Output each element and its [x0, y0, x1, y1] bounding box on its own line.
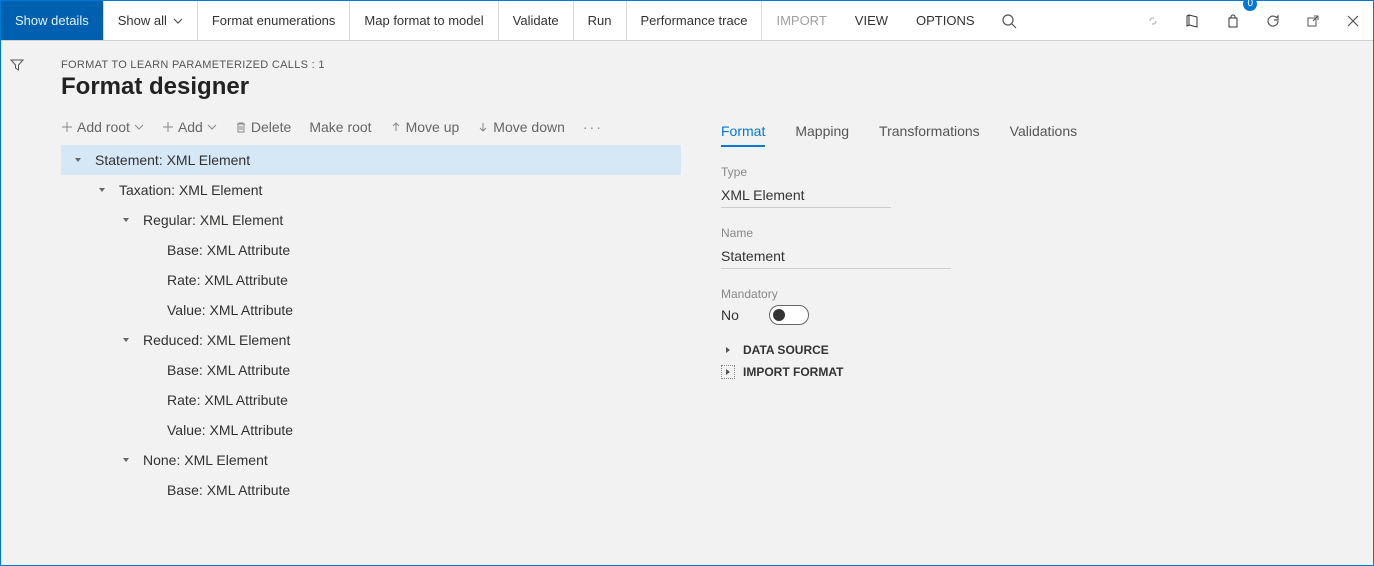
search-button[interactable]: [989, 1, 1029, 40]
type-label: Type: [721, 165, 1343, 179]
map-format-to-model-button[interactable]: Map format to model: [350, 1, 498, 40]
more-button[interactable]: ···: [583, 119, 603, 135]
close-button[interactable]: [1333, 1, 1373, 40]
tree-row[interactable]: Reduced: XML Element: [61, 325, 681, 355]
format-enumerations-button[interactable]: Format enumerations: [198, 1, 351, 40]
mandatory-label: Mandatory: [721, 287, 1343, 301]
triangle-right-icon: [721, 365, 735, 379]
page-title: Format designer: [61, 73, 1373, 101]
caret-icon[interactable]: [71, 156, 85, 164]
office-icon: [1185, 13, 1201, 29]
search-icon: [1001, 13, 1017, 29]
tree-node-label: Statement: XML Element: [91, 152, 250, 168]
chevron-down-icon: [173, 16, 183, 26]
performance-trace-button[interactable]: Performance trace: [627, 1, 763, 40]
data-source-section[interactable]: DATA SOURCE: [721, 343, 1343, 357]
view-button[interactable]: VIEW: [841, 1, 902, 40]
validate-button[interactable]: Validate: [499, 1, 574, 40]
run-button[interactable]: Run: [574, 1, 627, 40]
plus-icon: [162, 121, 174, 133]
filter-sidebar: [1, 41, 33, 565]
tree-row[interactable]: Rate: XML Attribute: [61, 385, 681, 415]
tree-row[interactable]: Statement: XML Element: [61, 145, 681, 175]
tree-row[interactable]: Regular: XML Element: [61, 205, 681, 235]
tab-format[interactable]: Format: [721, 123, 765, 147]
add-button[interactable]: Add: [162, 119, 217, 135]
delete-button[interactable]: Delete: [235, 119, 291, 135]
trash-icon: [235, 121, 247, 133]
close-icon: [1346, 14, 1360, 28]
tree-row[interactable]: Value: XML Attribute: [61, 415, 681, 445]
move-down-button[interactable]: Move down: [477, 119, 565, 135]
tab-validations[interactable]: Validations: [1010, 123, 1077, 147]
name-field: Name Statement: [721, 226, 1343, 269]
tree-node-label: Value: XML Attribute: [163, 422, 293, 438]
tree-row[interactable]: Rate: XML Attribute: [61, 265, 681, 295]
tree-node-label: Value: XML Attribute: [163, 302, 293, 318]
make-root-button[interactable]: Make root: [309, 119, 371, 135]
tree-node-label: Base: XML Attribute: [163, 482, 290, 498]
arrow-down-icon: [477, 121, 489, 133]
caret-icon[interactable]: [119, 216, 133, 224]
tab-transformations[interactable]: Transformations: [879, 123, 980, 147]
office-button[interactable]: [1173, 1, 1213, 40]
caret-icon[interactable]: [119, 336, 133, 344]
add-root-button[interactable]: Add root: [61, 119, 144, 135]
breadcrumb: FORMAT TO LEARN PARAMETERIZED CALLS : 1: [61, 59, 1373, 71]
type-field: Type XML Element: [721, 165, 1343, 208]
popout-icon: [1305, 13, 1321, 29]
name-value[interactable]: Statement: [721, 244, 951, 269]
name-label: Name: [721, 226, 1343, 240]
tab-mapping[interactable]: Mapping: [795, 123, 849, 147]
tree-node-label: Regular: XML Element: [139, 212, 283, 228]
caret-icon[interactable]: [119, 456, 133, 464]
popout-button[interactable]: [1293, 1, 1333, 40]
import-format-section[interactable]: IMPORT FORMAT: [721, 365, 1343, 379]
tree-node-label: Rate: XML Attribute: [163, 272, 288, 288]
refresh-button[interactable]: [1253, 1, 1293, 40]
link-icon: [1145, 13, 1161, 29]
bag-icon: [1225, 13, 1241, 29]
chevron-down-icon: [207, 122, 217, 132]
tree-row[interactable]: Base: XML Attribute: [61, 355, 681, 385]
type-value[interactable]: XML Element: [721, 183, 891, 208]
plus-icon: [61, 121, 73, 133]
tree-row[interactable]: Base: XML Attribute: [61, 475, 681, 505]
notifications-button[interactable]: 0: [1213, 1, 1253, 40]
tree-node-label: Taxation: XML Element: [115, 182, 262, 198]
tree-node-label: Base: XML Attribute: [163, 242, 290, 258]
show-all-label: Show all: [118, 13, 167, 28]
funnel-icon[interactable]: [9, 57, 25, 73]
move-up-button[interactable]: Move up: [390, 119, 460, 135]
tree-row[interactable]: Value: XML Attribute: [61, 295, 681, 325]
mandatory-toggle[interactable]: [769, 305, 809, 325]
show-all-button[interactable]: Show all: [104, 1, 198, 40]
mandatory-field: Mandatory No: [721, 287, 1343, 325]
arrow-up-icon: [390, 121, 402, 133]
chevron-down-icon: [134, 122, 144, 132]
refresh-icon: [1265, 13, 1281, 29]
triangle-right-icon: [721, 343, 735, 357]
tree-toolbar: Add root Add Delete Make root: [61, 119, 681, 145]
detail-tabs: Format Mapping Transformations Validatio…: [721, 119, 1343, 147]
tree-node-label: Reduced: XML Element: [139, 332, 290, 348]
tree-node-label: Rate: XML Attribute: [163, 392, 288, 408]
show-details-button[interactable]: Show details: [1, 1, 104, 40]
format-tree: Statement: XML Element Taxation: XML Elem…: [61, 145, 681, 505]
tree-row[interactable]: Taxation: XML Element: [61, 175, 681, 205]
tree-row[interactable]: None: XML Element: [61, 445, 681, 475]
import-button[interactable]: IMPORT: [762, 1, 840, 40]
tree-node-label: Base: XML Attribute: [163, 362, 290, 378]
caret-icon[interactable]: [95, 186, 109, 194]
mandatory-value: No: [721, 307, 739, 323]
options-button[interactable]: OPTIONS: [902, 1, 989, 40]
link-button[interactable]: [1133, 1, 1173, 40]
tree-node-label: None: XML Element: [139, 452, 268, 468]
top-bar: Show details Show all Format enumeration…: [1, 1, 1373, 41]
tree-row[interactable]: Base: XML Attribute: [61, 235, 681, 265]
